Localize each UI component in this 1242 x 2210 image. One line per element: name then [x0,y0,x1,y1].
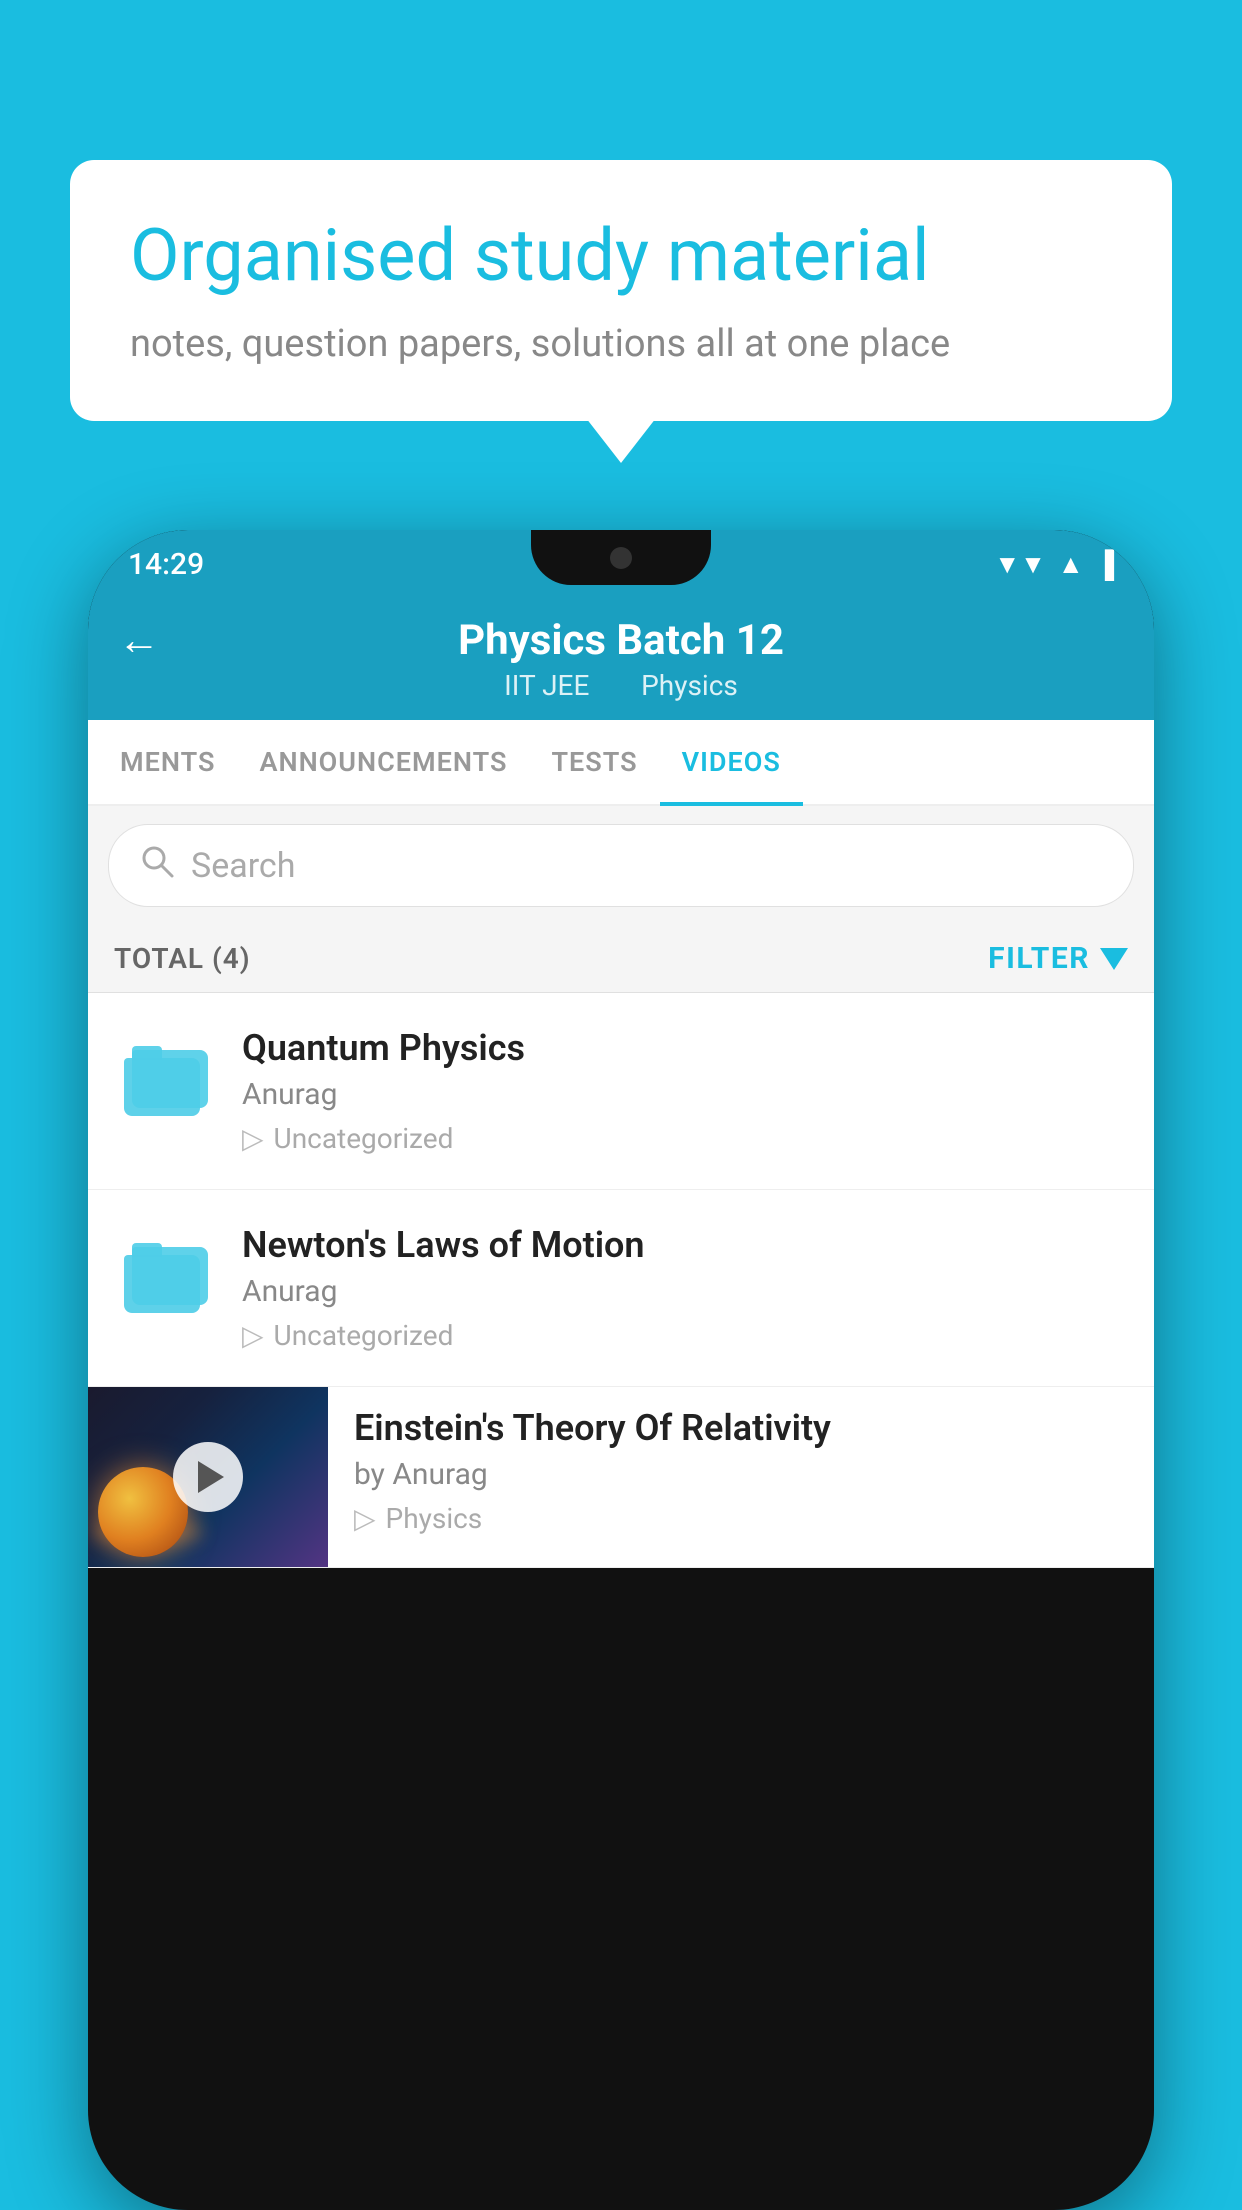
video-title-3: Einstein's Theory Of Relativity [354,1407,1128,1449]
filter-label: FILTER [988,941,1090,976]
folder-shape-2 [124,1243,204,1313]
back-button[interactable]: ← [118,616,160,665]
tag-icon-2: ▷ [242,1319,264,1352]
video-title-1: Quantum Physics [242,1027,1128,1069]
search-bar[interactable]: Search [108,824,1134,907]
wifi-icon: ▼▼ [994,549,1045,580]
video-info-1: Quantum Physics Anurag ▷ Uncategorized [242,1027,1128,1155]
phone-inner: 14:29 ▼▼ ▲ ▐ ← Physics Batch 12 IIT JEE … [88,530,1154,2210]
list-item[interactable]: Quantum Physics Anurag ▷ Uncategorized [88,993,1154,1190]
folder-shape-1 [124,1046,204,1116]
status-bar: 14:29 ▼▼ ▲ ▐ [88,530,1154,598]
tag-icon-3: ▷ [354,1502,376,1535]
tab-videos[interactable]: VIDEOS [660,720,803,804]
folder-icon-2 [114,1228,214,1328]
search-container: Search [88,806,1154,925]
status-time: 14:29 [128,547,204,582]
signal-icon: ▲ [1058,549,1084,580]
battery-icon: ▐ [1096,549,1114,580]
play-button-3[interactable] [173,1442,243,1512]
filter-row: TOTAL (4) FILTER [88,925,1154,993]
header-subtitle-left: IIT JEE [504,669,589,702]
filter-button[interactable]: FILTER [988,941,1128,976]
notch [531,530,711,585]
video-author-1: Anurag [242,1077,1128,1112]
folder-icon-1 [114,1031,214,1131]
tab-announcements[interactable]: ANNOUNCEMENTS [237,720,529,804]
video-tag-1: ▷ Uncategorized [242,1122,1128,1155]
search-icon [139,843,175,888]
video-tag-text-3: Physics [386,1502,483,1535]
list-item[interactable]: Newton's Laws of Motion Anurag ▷ Uncateg… [88,1190,1154,1387]
speech-bubble-subtitle: notes, question papers, solutions all at… [130,322,1112,366]
header-subtitle: IIT JEE Physics [492,669,750,702]
app-header: ← Physics Batch 12 IIT JEE Physics [88,598,1154,720]
video-list: Quantum Physics Anurag ▷ Uncategorized [88,993,1154,1568]
video-author-2: Anurag [242,1274,1128,1309]
status-icons: ▼▼ ▲ ▐ [994,549,1114,580]
tabs-bar: MENTS ANNOUNCEMENTS TESTS VIDEOS [88,720,1154,806]
tab-ments[interactable]: MENTS [98,720,237,804]
video-tag-3: ▷ Physics [354,1502,1128,1535]
video-tag-2: ▷ Uncategorized [242,1319,1128,1352]
tag-icon-1: ▷ [242,1122,264,1155]
video-tag-text-2: Uncategorized [274,1319,454,1352]
header-top: ← Physics Batch 12 [118,616,1124,665]
video-tag-text-1: Uncategorized [274,1122,454,1155]
search-input[interactable]: Search [191,846,295,886]
speech-bubble: Organised study material notes, question… [70,160,1172,421]
video-author-3: by Anurag [354,1457,1128,1492]
video-title-2: Newton's Laws of Motion [242,1224,1128,1266]
camera-dot [610,547,632,569]
speech-bubble-title: Organised study material [130,215,1112,298]
header-title: Physics Batch 12 [458,616,784,665]
header-subtitle-right: Physics [641,669,738,702]
list-item[interactable]: Einstein's Theory Of Relativity by Anura… [88,1387,1154,1568]
filter-icon [1100,948,1128,970]
total-label: TOTAL (4) [114,942,251,975]
tab-tests[interactable]: TESTS [529,720,659,804]
phone-frame: 14:29 ▼▼ ▲ ▐ ← Physics Batch 12 IIT JEE … [88,530,1154,2210]
folder-front-2 [132,1247,208,1305]
video-info-3: Einstein's Theory Of Relativity by Anura… [328,1387,1154,1555]
play-icon-3 [198,1461,224,1493]
folder-front-1 [132,1050,208,1108]
speech-bubble-container: Organised study material notes, question… [70,160,1172,421]
video-thumbnail-3 [88,1387,328,1567]
video-info-2: Newton's Laws of Motion Anurag ▷ Uncateg… [242,1224,1128,1352]
